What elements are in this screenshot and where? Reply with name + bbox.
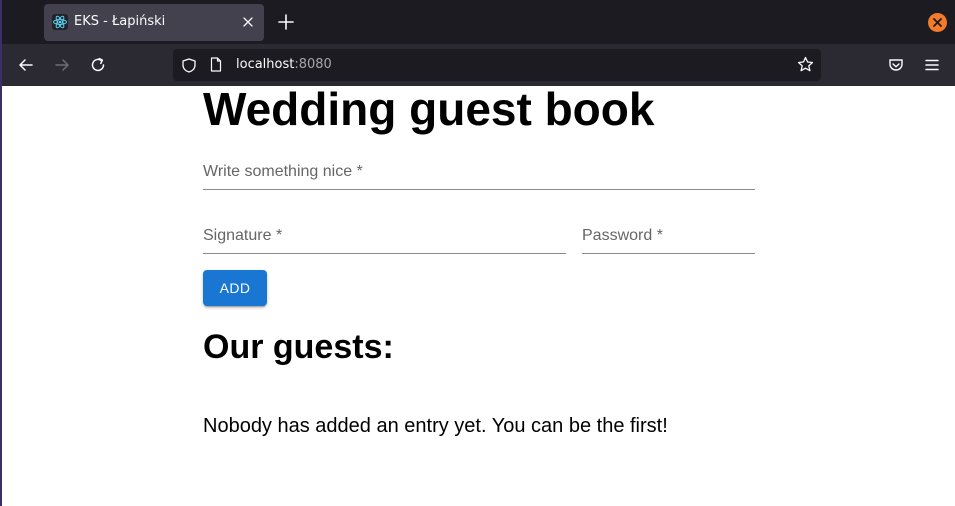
arrow-left-icon[interactable] xyxy=(17,56,35,74)
empty-state-message: Nobody has added an entry yet. You can b… xyxy=(203,415,668,437)
close-icon[interactable] xyxy=(241,15,255,29)
guests-heading: Our guests: xyxy=(203,328,394,366)
pocket-icon[interactable] xyxy=(887,56,905,74)
browser-tab[interactable]: EKS - Łapiński xyxy=(44,4,264,41)
signature-field[interactable]: Signature * xyxy=(203,214,566,254)
url-text[interactable]: localhost:8080 xyxy=(236,57,332,72)
page-icon[interactable] xyxy=(210,57,222,72)
arrow-right-icon[interactable] xyxy=(53,56,71,74)
navigation-toolbar: localhost:8080 xyxy=(0,44,955,86)
plus-icon[interactable] xyxy=(277,13,295,31)
url-port: :8080 xyxy=(294,57,332,72)
tab-strip: EKS - Łapiński xyxy=(0,0,955,44)
url-host: localhost xyxy=(236,57,295,72)
message-input[interactable] xyxy=(203,165,755,189)
message-field[interactable]: Write something nice * xyxy=(203,150,755,190)
password-field[interactable]: Password * xyxy=(582,214,755,254)
tab-title: EKS - Łapiński xyxy=(74,14,166,29)
star-icon[interactable] xyxy=(797,56,814,73)
window-frame-edge xyxy=(0,0,2,506)
reload-icon[interactable] xyxy=(89,56,107,74)
address-bar[interactable]: localhost:8080 xyxy=(173,49,821,81)
react-logo-icon xyxy=(52,14,68,30)
page-title: Wedding guest book xyxy=(203,83,655,135)
window-close-icon[interactable] xyxy=(928,13,947,32)
shield-icon[interactable] xyxy=(182,58,196,73)
password-input[interactable] xyxy=(582,229,755,253)
hamburger-menu-icon[interactable] xyxy=(923,56,941,74)
signature-input[interactable] xyxy=(203,229,566,253)
add-button[interactable]: ADD xyxy=(203,270,267,306)
